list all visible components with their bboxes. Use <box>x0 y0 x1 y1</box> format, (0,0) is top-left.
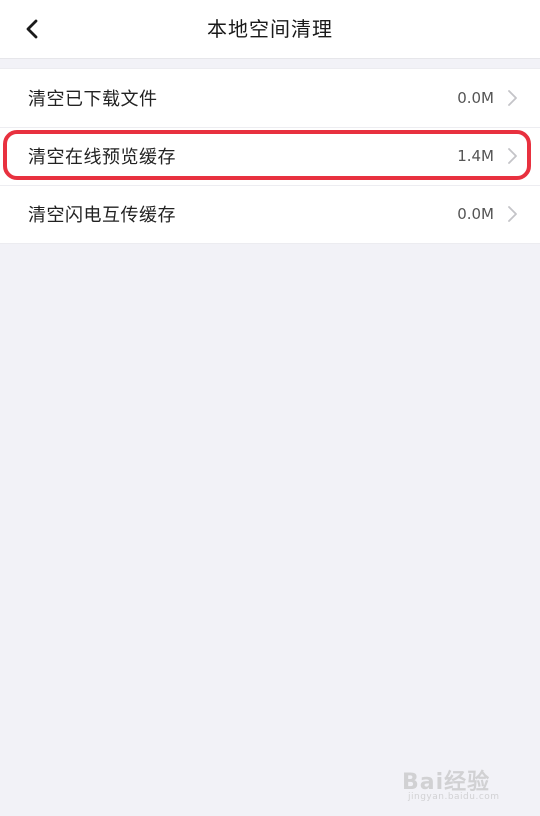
list-item-clear-online-preview-cache[interactable]: 清空在线预览缓存 1.4M <box>0 127 540 185</box>
list-item-label: 清空在线预览缓存 <box>28 147 176 168</box>
baidu-jingyan-watermark: Bai经验 jingyan.baidu.com <box>402 764 514 802</box>
list-item-size: 0.0M <box>457 205 494 223</box>
list-item-size: 1.4M <box>457 147 494 165</box>
cleanup-list: 清空已下载文件 0.0M 清空在线预览缓存 1.4M 清空闪电互传缓存 0.0M <box>0 68 540 244</box>
watermark-sub: jingyan.baidu.com <box>408 792 500 802</box>
list-item-label: 清空闪电互传缓存 <box>28 205 176 226</box>
chevron-right-icon <box>508 90 517 106</box>
local-space-cleanup-screen: 本地空间清理 清空已下载文件 0.0M 清空在线预览缓存 1.4M 清空闪电互传… <box>0 0 540 816</box>
chevron-right-icon <box>508 206 517 222</box>
list-item-label: 清空已下载文件 <box>28 89 158 110</box>
list-item-clear-downloaded-files[interactable]: 清空已下载文件 0.0M <box>0 69 540 127</box>
list-item-size: 0.0M <box>457 89 494 107</box>
page-title: 本地空间清理 <box>207 17 333 41</box>
list-item-clear-lightning-transfer-cache[interactable]: 清空闪电互传缓存 0.0M <box>0 185 540 243</box>
chevron-right-icon <box>508 148 517 164</box>
top-nav-bar: 本地空间清理 <box>0 0 540 59</box>
